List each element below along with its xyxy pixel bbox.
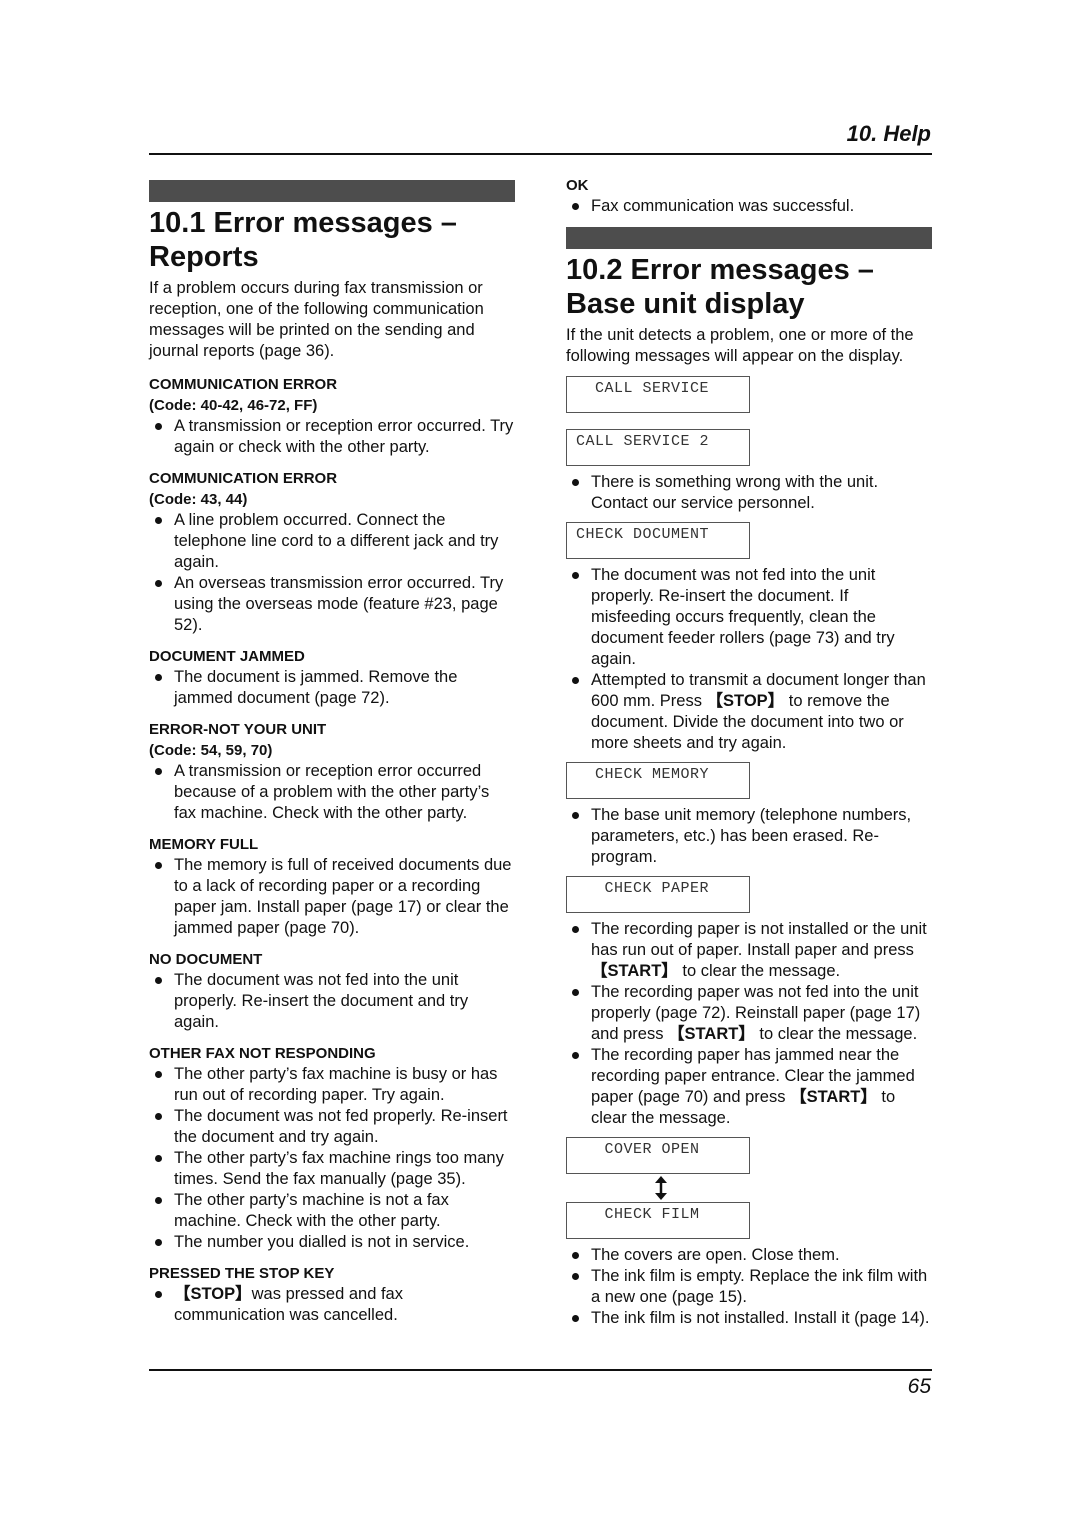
lcd-display-check-document: CHECK DOCUMENT [566, 522, 750, 559]
section-bar [566, 227, 932, 249]
header-rule [149, 153, 932, 155]
list-item: The base unit memory (telephone numbers,… [566, 805, 932, 868]
bullet-text: to clear the message. [754, 1025, 918, 1043]
right-column: OK Fax communication was successful. 10.… [566, 175, 932, 1329]
list-item: The document was not fed into the unit p… [566, 565, 932, 670]
list-item: A transmission or reception error occurr… [149, 761, 515, 824]
manual-page: 10. Help 10.1 Error messages – Reports I… [0, 0, 1080, 1528]
list-item: There is something wrong with the unit. … [566, 472, 932, 514]
bullet-list: There is something wrong with the unit. … [566, 472, 932, 514]
list-item: The number you dialled is not in service… [149, 1232, 515, 1253]
entry-code: (Code: 54, 59, 70) [149, 742, 273, 759]
title-line: Reports [149, 241, 259, 273]
bullet-list: The recording paper is not installed or … [566, 919, 932, 1129]
entry-heading: OTHER FAX NOT RESPONDING [149, 1045, 376, 1062]
bullet-list: The memory is full of received documents… [149, 855, 515, 939]
list-item: The recording paper is not installed or … [566, 919, 932, 982]
entry-heading: PRESSED THE STOP KEY [149, 1265, 335, 1282]
start-key-label: 【START】 [591, 962, 678, 980]
stop-key-label: 【STOP】 [174, 1285, 252, 1303]
entry-heading: DOCUMENT JAMMED [149, 648, 305, 665]
bullet-list: The document is jammed. Remove the jamme… [149, 667, 515, 709]
entry-heading: OK [566, 177, 589, 194]
entry-heading: COMMUNICATION ERROR [149, 470, 338, 487]
start-key-label: 【START】 [668, 1025, 755, 1043]
start-key-label: 【START】 [790, 1088, 877, 1106]
list-item: The covers are open. Close them. [566, 1245, 932, 1266]
bullet-list: The covers are open. Close them. The ink… [566, 1245, 932, 1329]
section-title-base-unit-display: 10.2 Error messages – Base unit display [566, 253, 932, 321]
running-header: 10. Help [846, 121, 931, 146]
title-line: 10.2 Error messages – [566, 254, 874, 286]
entry-heading: MEMORY FULL [149, 836, 259, 853]
lcd-display-check-paper: CHECK PAPER [566, 876, 750, 913]
list-item: An overseas transmission error occurred.… [149, 573, 515, 636]
bullet-list: A transmission or reception error occurr… [149, 416, 515, 458]
lcd-display-cover-open: COVER OPEN [566, 1137, 750, 1174]
up-down-arrow-icon [566, 1174, 750, 1202]
bullet-list: Fax communication was successful. [566, 196, 932, 217]
bullet-list: A transmission or reception error occurr… [149, 761, 515, 824]
bullet-list: The other party’s fax machine is busy or… [149, 1064, 515, 1253]
list-item: A line problem occurred. Connect the tel… [149, 510, 515, 573]
list-item: The ink film is empty. Replace the ink f… [566, 1266, 932, 1308]
list-item: The document is jammed. Remove the jamme… [149, 667, 515, 709]
list-item: The memory is full of received documents… [149, 855, 515, 939]
entry-heading: NO DOCUMENT [149, 951, 263, 968]
list-item: The other party’s fax machine is busy or… [149, 1064, 515, 1106]
bullet-text: to clear the message. [677, 962, 841, 980]
entry-code: (Code: 40-42, 46-72, FF) [149, 397, 318, 414]
section-bar [149, 180, 515, 202]
list-item: 【STOP】was pressed and fax communication … [149, 1284, 515, 1326]
list-item: The document was not fed properly. Re-in… [149, 1106, 515, 1148]
list-item: The document was not fed into the unit p… [149, 970, 515, 1033]
entry-heading: COMMUNICATION ERROR [149, 376, 338, 393]
bullet-list: A line problem occurred. Connect the tel… [149, 510, 515, 636]
lcd-display-check-film: CHECK FILM [566, 1202, 750, 1239]
bullet-text: The recording paper is not installed or … [591, 920, 927, 959]
list-item: The recording paper was not fed into the… [566, 982, 932, 1045]
bullet-list: 【STOP】was pressed and fax communication … [149, 1284, 515, 1326]
list-item: The other party’s machine is not a fax m… [149, 1190, 515, 1232]
lcd-display-call-service-2: CALL SERVICE 2 [566, 429, 750, 466]
page-number: 65 [907, 1375, 931, 1398]
footer-rule [149, 1369, 932, 1371]
bullet-list: The document was not fed into the unit p… [566, 565, 932, 754]
intro-paragraph: If the unit detects a problem, one or mo… [566, 326, 914, 365]
list-item: The recording paper has jammed near the … [566, 1045, 932, 1129]
left-column: 10.1 Error messages – Reports If a probl… [149, 180, 515, 1326]
title-line: Base unit display [566, 288, 805, 320]
lcd-display-check-memory: CHECK MEMORY [566, 762, 750, 799]
list-item: A transmission or reception error occurr… [149, 416, 515, 458]
list-item: The ink film is not installed. Install i… [566, 1308, 932, 1329]
bullet-list: The document was not fed into the unit p… [149, 970, 515, 1033]
entry-code: (Code: 43, 44) [149, 491, 248, 508]
list-item: Attempted to transmit a document longer … [566, 670, 932, 754]
intro-paragraph: If a problem occurs during fax transmiss… [149, 279, 484, 360]
bullet-list: The base unit memory (telephone numbers,… [566, 805, 932, 868]
lcd-display-call-service: CALL SERVICE [566, 376, 750, 413]
section-title-reports: 10.1 Error messages – Reports [149, 206, 515, 274]
entry-heading: ERROR-NOT YOUR UNIT [149, 721, 327, 738]
list-item: The other party’s fax machine rings too … [149, 1148, 515, 1190]
stop-key-label: 【STOP】 [706, 692, 785, 710]
title-line: 10.1 Error messages – [149, 207, 457, 239]
list-item: Fax communication was successful. [566, 196, 932, 217]
